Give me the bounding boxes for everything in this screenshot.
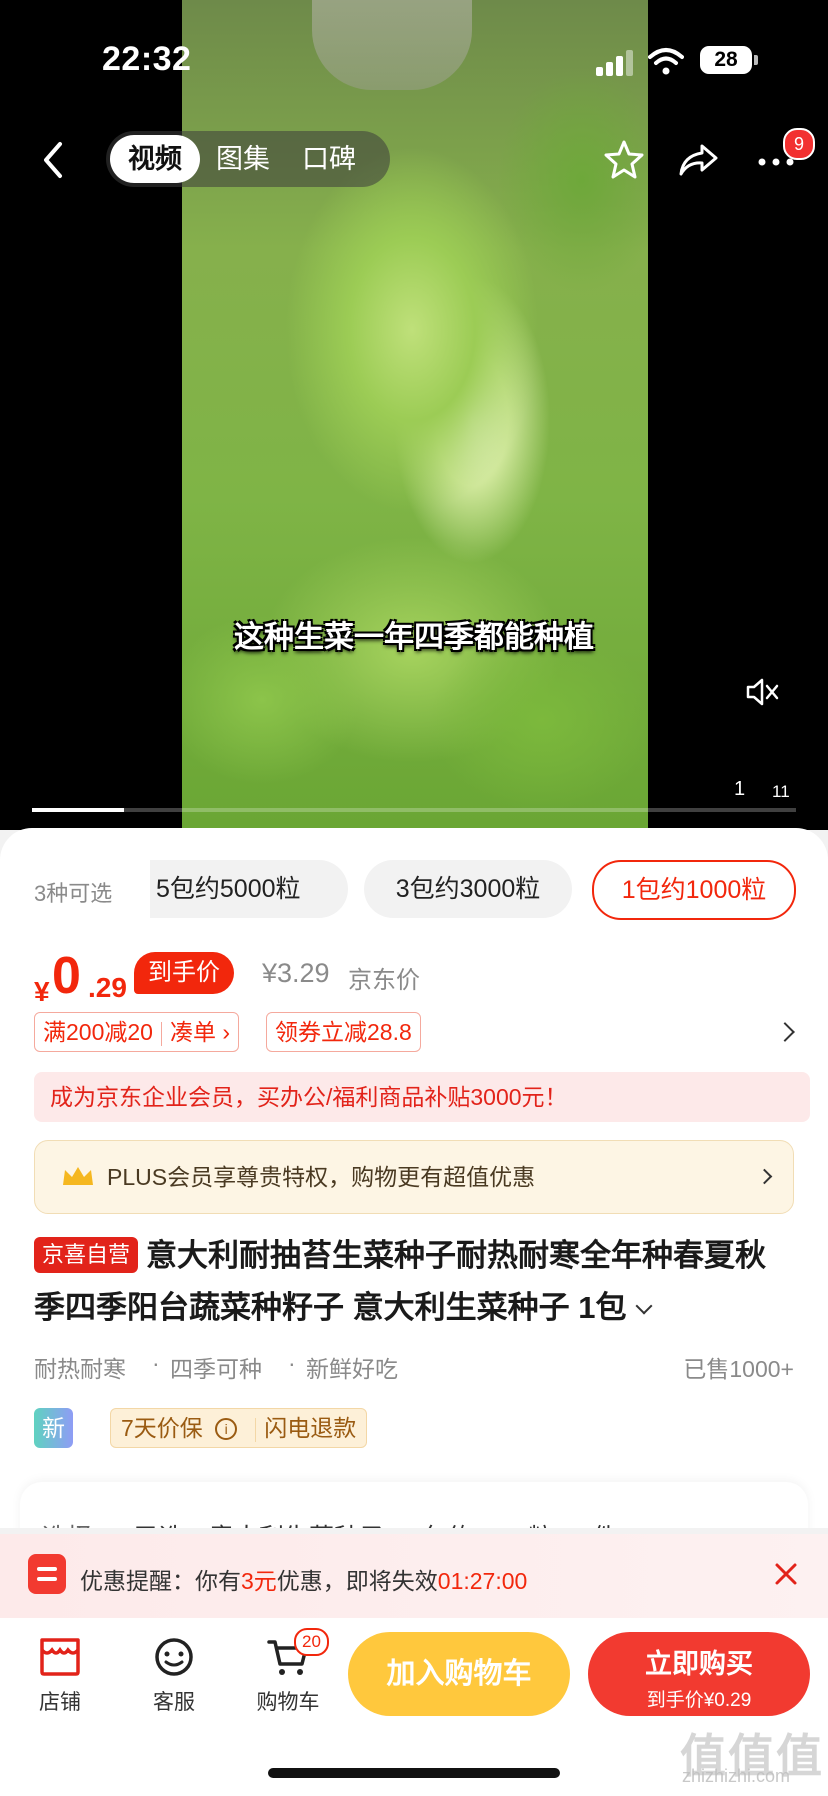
store-button[interactable]: 店铺 [20, 1636, 100, 1716]
coupon-reminder[interactable]: 优惠提醒：你有3元优惠，即将失效01:27:00 [0, 1534, 828, 1618]
cart-button[interactable]: 20 购物车 [248, 1628, 329, 1716]
customer-service-button[interactable]: 客服 [134, 1636, 214, 1716]
coupon-icon [28, 1554, 66, 1594]
selection-value: 已选：意大利生菜种子，1包约1000粒，1件 [134, 1518, 617, 1528]
reminder-amount: 3元 [241, 1568, 277, 1594]
price-row: ¥ 0 .29 到手价 ¥3.29 京东价 [34, 946, 814, 1016]
bundle-link[interactable]: 凑单 [170, 1019, 216, 1045]
price-currency: ¥ [34, 976, 50, 1007]
plus-banner-text: PLUS会员享尊贵特权，购物更有超值优惠 [107, 1164, 536, 1190]
star-icon[interactable] [602, 138, 646, 182]
promo-row[interactable]: 满200减20 凑单 › 领券立减28.8 [34, 1012, 795, 1052]
wifi-icon [648, 48, 684, 75]
variant-option-3-pack[interactable]: 3包约3000粒 [364, 860, 572, 918]
chevron-right-icon[interactable] [775, 1022, 795, 1042]
customer-service-icon [155, 1638, 193, 1676]
tab-gallery[interactable]: 图集 [200, 135, 286, 183]
add-to-cart-button[interactable]: 加入购物车 [348, 1632, 570, 1716]
cellular-signal-icon [596, 50, 636, 76]
more-badge: 9 [783, 128, 815, 160]
feature-bullet: · [152, 1350, 160, 1376]
feature-item: 四季可种 [170, 1356, 262, 1382]
info-icon[interactable]: i [215, 1418, 238, 1440]
store-icon [40, 1638, 80, 1676]
reference-price-label: 京东价 [348, 967, 420, 994]
cart-badge: 20 [294, 1628, 329, 1656]
product-info-sheet: 3种可选 5包约5000粒 3包约3000粒 1包约1000粒 ¥ 0 .29 … [0, 828, 828, 1528]
product-features: 耐热耐寒 · 四季可种 · 新鲜好吃 已售1000+ [34, 1350, 794, 1386]
buy-now-price: 到手价¥0.29 [646, 1690, 752, 1711]
mute-button[interactable] [732, 662, 792, 722]
feature-item: 新鲜好吃 [306, 1356, 398, 1382]
reference-price: ¥3.29 [262, 958, 330, 988]
variant-option-5-pack[interactable]: 5包约5000粒 [150, 860, 348, 918]
chevron-right-icon: › [222, 1019, 231, 1045]
variant-selector: 3种可选 5包约5000粒 3包约3000粒 1包约1000粒 [0, 860, 828, 920]
feature-bullet: · [288, 1350, 296, 1376]
new-tag: 新品 [34, 1408, 73, 1481]
sold-count: 已售1000+ [683, 1356, 794, 1382]
status-bar: 22:32 28 [0, 0, 828, 110]
media-counter-current: 1 [734, 778, 746, 800]
chevron-right-icon [756, 1168, 773, 1185]
reminder-middle: 优惠，即将失效 [276, 1568, 438, 1594]
cart-label: 购物车 [256, 1691, 320, 1714]
chevron-down-icon[interactable] [635, 1297, 653, 1315]
product-title-text: 意大利耐抽苔生菜种子耐热耐寒全年种春夏秋季四季阳台蔬菜种籽子 意大利生菜种子 1… [34, 1238, 767, 1325]
tab-reviews[interactable]: 口碑 [286, 135, 372, 183]
speaker-muted-icon [746, 678, 779, 706]
tab-video[interactable]: 视频 [110, 135, 200, 183]
variant-count: 3种可选 [34, 881, 113, 906]
video-subtitle: 这种生菜一年四季都能种植 [234, 621, 594, 654]
status-time: 22:32 [102, 40, 192, 78]
video-progress[interactable] [32, 808, 796, 812]
reminder-countdown: 01:27:00 [437, 1568, 528, 1594]
battery-icon: 28 [700, 46, 758, 74]
reminder-prefix: 优惠提醒：你有 [80, 1568, 241, 1594]
flash-refund-text: 闪电退款 [264, 1415, 357, 1441]
price-integer: 0 [52, 947, 81, 1005]
watermark-url: zhizhizhi.com [682, 1766, 791, 1786]
final-price-tag: 到手价 [134, 952, 234, 994]
reminder-text: 优惠提醒：你有3元优惠，即将失效01:27:00 [80, 1562, 527, 1596]
share-icon[interactable] [676, 138, 720, 182]
self-operated-tag: 京喜自营 [34, 1237, 139, 1273]
guarantee-tag[interactable]: 7天价保 i 闪电退款 [110, 1408, 368, 1448]
plus-member-banner[interactable]: PLUS会员享尊贵特权，购物更有超值优惠 [34, 1140, 794, 1214]
full-reduction-text: 满200减20 [43, 1019, 153, 1045]
customer-service-label: 客服 [153, 1691, 195, 1714]
product-title[interactable]: 京喜自营 意大利耐抽苔生菜种子耐热耐寒全年种春夏秋季四季阳台蔬菜种籽子 意大利生菜… [34, 1230, 794, 1334]
coupon-chip[interactable]: 领券立减28.8 [266, 1012, 421, 1052]
selection-card[interactable]: 选择 已选：意大利生菜种子，1包约1000粒，1件 [20, 1482, 808, 1528]
buy-now-label: 立即购买 [645, 1649, 753, 1679]
product-video[interactable]: 22:32 28 视频 图集 口碑 9 这种生菜一年四季都能种植 1 11 [0, 0, 828, 830]
store-label: 店铺 [39, 1691, 81, 1714]
selection-label: 选择 [42, 1518, 92, 1528]
variant-option-1-pack[interactable]: 1包约1000粒 [592, 860, 796, 920]
price-decimal: .29 [88, 972, 127, 1003]
crown-icon [63, 1167, 93, 1185]
feature-item: 耐热耐寒 [34, 1356, 126, 1382]
video-frame[interactable] [182, 0, 648, 830]
price-protection-text: 7天价保 [121, 1415, 203, 1441]
back-icon[interactable] [36, 138, 70, 182]
close-icon[interactable] [772, 1560, 800, 1588]
video-progress-fill [32, 808, 124, 812]
enterprise-member-banner[interactable]: 成为京东企业会员，买办公/福利商品补贴3000元！ [34, 1072, 810, 1122]
home-indicator[interactable] [268, 1768, 560, 1778]
full-reduction-chip[interactable]: 满200减20 凑单 › [34, 1012, 240, 1052]
media-tabs: 视频 图集 口碑 [106, 131, 390, 187]
buy-now-button[interactable]: 立即购买 到手价¥0.29 [588, 1632, 810, 1716]
media-counter-total: 11 [772, 782, 790, 801]
